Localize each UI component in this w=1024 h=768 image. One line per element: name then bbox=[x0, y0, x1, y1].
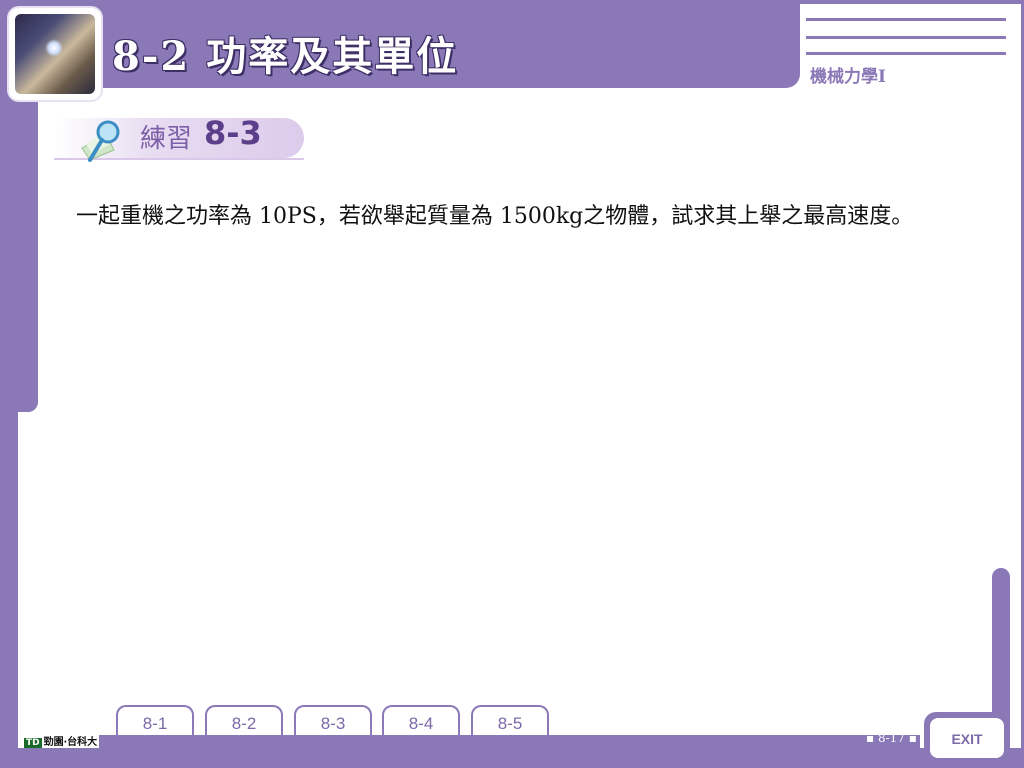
exit-button-frame: EXIT bbox=[924, 712, 1010, 764]
exercise-number: 8-3 bbox=[204, 114, 262, 152]
problem-text: 一起重機之功率為 10PS，若欲舉起質量為 1500kg之物體，試求其上舉之最高… bbox=[76, 204, 914, 229]
sparkle-icon bbox=[45, 39, 63, 57]
chapter-image bbox=[15, 14, 95, 94]
header-decor-line bbox=[806, 18, 1006, 21]
publisher-icon: TD bbox=[24, 738, 42, 748]
publisher-name: 勁園‧台科大 bbox=[43, 737, 98, 748]
bottom-nav-bar bbox=[90, 735, 920, 749]
course-name: 機械力學I bbox=[810, 67, 886, 87]
page-number-value: 8-17 bbox=[877, 731, 905, 745]
frame-top-edge bbox=[800, 0, 1024, 4]
tab-8-1[interactable]: 8-1 bbox=[116, 705, 194, 735]
publisher-logo: TD 勁園‧台科大 bbox=[22, 733, 100, 748]
bottom-frame bbox=[0, 748, 1024, 768]
exit-button[interactable]: EXIT bbox=[930, 718, 1004, 758]
tab-8-3[interactable]: 8-3 bbox=[294, 705, 372, 735]
left-frame-lower bbox=[0, 400, 18, 768]
header-decor-line bbox=[806, 52, 1006, 55]
page-number: ▪ 8-17 ▪ bbox=[866, 731, 917, 745]
header-decor-line bbox=[806, 36, 1006, 39]
exercise-label: 練習 bbox=[140, 124, 193, 154]
tab-8-5[interactable]: 8-5 bbox=[471, 705, 549, 735]
chapter-logo bbox=[9, 8, 101, 100]
magnifier-icon bbox=[81, 120, 120, 162]
tab-8-4[interactable]: 8-4 bbox=[382, 705, 460, 735]
page-title: 8-2 功率及其單位 bbox=[112, 33, 459, 80]
tab-8-2[interactable]: 8-2 bbox=[205, 705, 283, 735]
